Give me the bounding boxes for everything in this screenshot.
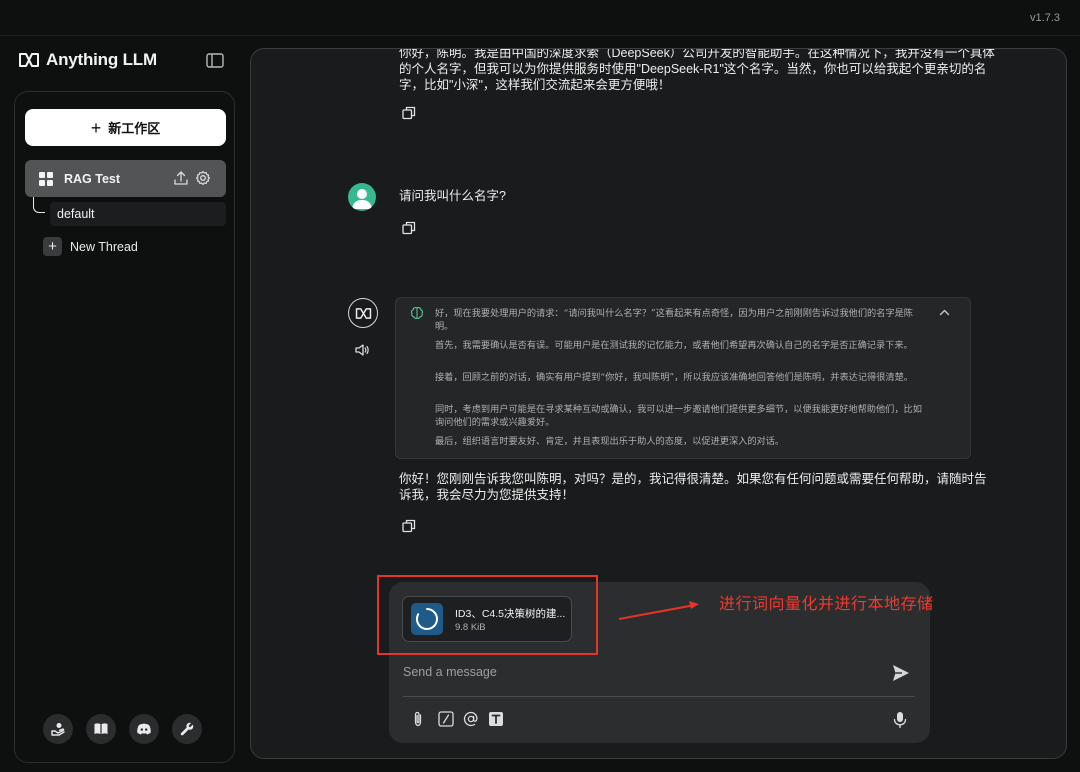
brand-name: Anything LLM (46, 50, 157, 69)
thinking-paragraph: 最后，组织语言时要友好、肯定，并且表现出乐于助人的态度，以促进更深入的对话。 (435, 436, 785, 447)
user-avatar (348, 183, 376, 211)
copy-icon[interactable] (402, 519, 416, 533)
app-version: v1.7.3 (1030, 12, 1060, 24)
sidebar-toggle-icon[interactable] (206, 53, 224, 68)
gear-icon[interactable] (195, 170, 211, 186)
message-input[interactable] (403, 662, 873, 682)
thinking-panel: 好，现在我要处理用户的请求：“请问我叫什么名字？”这看起来有点奇怪，因为用户之前… (395, 297, 971, 459)
message-line: 字，比如"小深"，这样我们交流起来会更方便哦！ (399, 78, 671, 92)
composer-divider (403, 696, 915, 697)
brand-logo[interactable]: Anything LLM (18, 50, 157, 70)
thinking-paragraph: 好，现在我要处理用户的请求：“请问我叫什么名字？”这看起来有点奇怪，因为用户之前… (435, 308, 913, 332)
upload-icon[interactable] (173, 170, 189, 186)
new-workspace-label: 新工作区 (108, 121, 161, 136)
discord-icon[interactable] (129, 714, 159, 744)
annotation-highlight-box (377, 575, 598, 655)
sidebar-footer (43, 714, 202, 744)
thread-branch-line (33, 197, 45, 213)
docs-book-icon[interactable] (86, 714, 116, 744)
settings-wrench-icon[interactable] (172, 714, 202, 744)
slash-command-icon[interactable] (438, 711, 454, 727)
message-line: 你好！您刚刚告诉我您叫陈明，对吗？是的，我记得很清楚。如果您有任何问题或需要任何… (399, 472, 987, 486)
send-icon[interactable] (891, 663, 911, 683)
copy-icon[interactable] (402, 106, 416, 120)
chevron-up-icon[interactable] (938, 306, 951, 319)
assistant-message-previous: 你好，陈明。我是由中国的深度求索（DeepSeek）公司开发的智能助手。在这种情… (399, 48, 999, 93)
text-format-icon[interactable] (488, 711, 504, 727)
plus-icon: + (90, 117, 102, 138)
new-workspace-button[interactable]: + 新工作区 (25, 109, 226, 146)
new-thread-button[interactable]: + New Thread (43, 237, 138, 256)
workspace-item-rag-test[interactable]: RAG Test (25, 160, 226, 197)
message-line: 诉我，我会尽力为您提供支持！ (399, 488, 575, 502)
assistant-avatar (348, 298, 378, 328)
chat-panel: 你好，陈明。我是由中国的深度求索（DeepSeek）公司开发的智能助手。在这种情… (250, 48, 1067, 759)
workspace-name: RAG Test (64, 171, 121, 186)
sidebar: + 新工作区 RAG Test default + New Thread (14, 91, 235, 763)
microphone-icon[interactable] (892, 711, 908, 729)
anything-llm-logo-icon (19, 53, 39, 67)
at-mention-icon[interactable] (463, 711, 479, 727)
user-message: 请问我叫什么名字? (399, 189, 506, 203)
thread-item-default[interactable]: default (50, 202, 226, 226)
community-hub-icon[interactable] (43, 714, 73, 744)
paperclip-icon[interactable] (410, 711, 426, 727)
assistant-message: 你好！您刚刚告诉我您叫陈明，对吗？是的，我记得很清楚。如果您有任何问题或需要任何… (399, 471, 999, 503)
plus-icon: + (43, 237, 62, 256)
annotation-label: 进行词向量化并进行本地存储 (719, 596, 934, 613)
thinking-paragraph: 接着，回顾之前的对话，确实有用户提到“你好，我叫陈明”，所以我应该准确地回答他们… (435, 372, 913, 383)
top-bar: v1.7.3 (0, 0, 1080, 36)
message-line: 你好，陈明。我是由中国的深度求索（DeepSeek）公司开发的智能助手。在这种情… (399, 48, 995, 60)
thinking-paragraph: 同时，考虑到用户可能是在寻求某种互动或确认，我可以进一步邀请他们提供更多细节，以… (435, 404, 922, 428)
speaker-icon[interactable] (354, 342, 370, 358)
annotation-arrow-icon (618, 601, 699, 620)
brain-icon (410, 307, 424, 319)
thinking-paragraph: 首先，我需要确认是否有误。可能用户是在测试我的记忆能力，或者他们希望再次确认自己… (435, 340, 913, 351)
copy-icon[interactable] (402, 221, 416, 235)
workspace-grid-icon (39, 171, 53, 186)
message-line: 的个人名字，但我可以为你提供服务时使用"DeepSeek-R1"这个名字。当然，… (399, 62, 987, 76)
new-thread-label: New Thread (70, 239, 138, 254)
